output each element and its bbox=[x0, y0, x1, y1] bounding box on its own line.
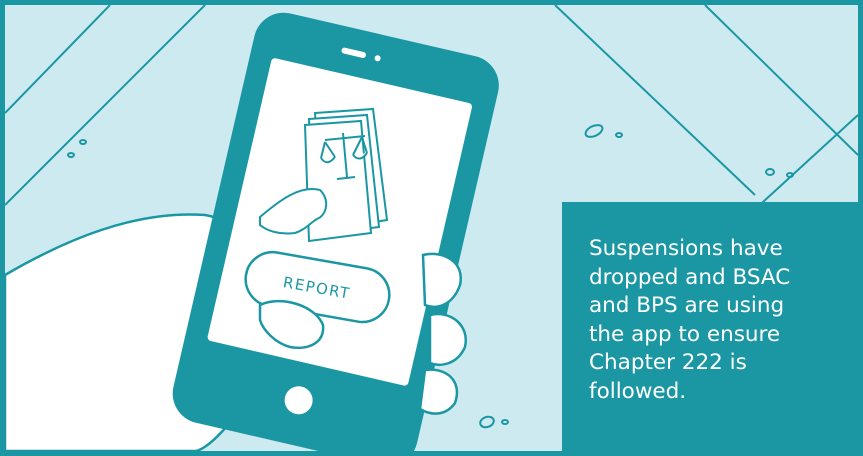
caption-box: Suspensions have dropped and BSAC and BP… bbox=[562, 202, 858, 451]
illustration-panel: REPORT Suspensions have dropped and BSAC… bbox=[0, 0, 863, 456]
caption-text: Suspensions have dropped and BSAC and BP… bbox=[589, 236, 791, 404]
